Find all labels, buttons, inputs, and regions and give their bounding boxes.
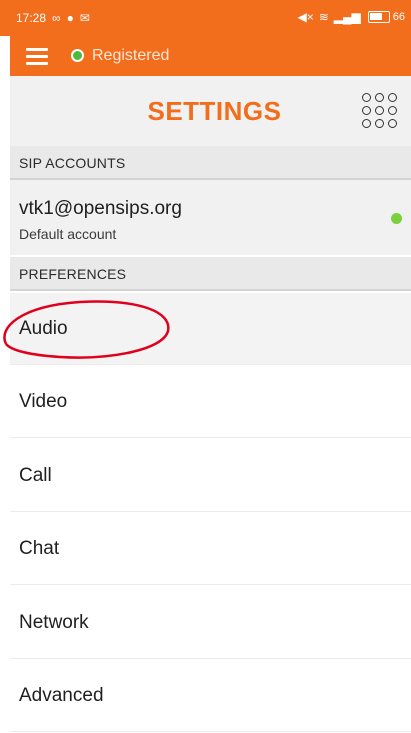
- title-bar: SETTINGS: [10, 76, 411, 146]
- mute-icon: ◀×: [297, 10, 314, 24]
- battery-level: 66: [392, 11, 405, 23]
- status-bar-right: ◀× ≋ ▂▄▆ 66: [297, 10, 405, 24]
- preference-label: Audio: [19, 318, 68, 339]
- preference-item-audio[interactable]: Audio: [10, 293, 411, 365]
- preference-item-advanced[interactable]: Advanced: [10, 660, 411, 732]
- sip-account-item[interactable]: vtk1@opensips.org Default account: [10, 180, 411, 255]
- registration-status-icon: [71, 49, 84, 62]
- account-status-icon: [391, 213, 402, 224]
- preference-item-chat[interactable]: Chat: [10, 513, 411, 585]
- wifi-icon: ≋: [318, 10, 329, 24]
- preference-label: Advanced: [19, 685, 104, 706]
- preference-item-call[interactable]: Call: [10, 440, 411, 512]
- dialpad-icon[interactable]: [362, 93, 398, 129]
- preference-label: Network: [19, 612, 89, 633]
- registration-status-label: Registered: [92, 47, 170, 64]
- app-bar: Registered: [10, 36, 411, 76]
- section-label: PREFERENCES: [19, 266, 127, 282]
- section-label: SIP ACCOUNTS: [19, 155, 126, 171]
- chat-bubble-icon: ●: [66, 11, 74, 25]
- preference-item-video[interactable]: Video: [10, 366, 411, 438]
- page-title: SETTINGS: [147, 96, 282, 126]
- section-header-preferences: PREFERENCES: [10, 257, 411, 291]
- account-name: vtk1@opensips.org: [19, 198, 182, 219]
- preference-label: Video: [19, 391, 68, 412]
- battery-icon: [367, 11, 390, 23]
- clock: 17:28: [16, 11, 47, 25]
- message-icon: ✉: [79, 11, 90, 25]
- status-bar: 17:28 ∞ ● ✉ ◀× ≋ ▂▄▆ 66: [0, 0, 411, 36]
- section-header-sip-accounts: SIP ACCOUNTS: [10, 146, 411, 180]
- preference-item-network[interactable]: Network: [10, 587, 411, 659]
- preference-label: Chat: [19, 538, 60, 559]
- signal-icon: ▂▄▆: [333, 10, 361, 24]
- status-bar-left: 17:28 ∞ ● ✉: [16, 11, 90, 25]
- infinity-icon: ∞: [52, 11, 61, 25]
- preference-label: Call: [19, 465, 52, 486]
- hamburger-menu-icon[interactable]: [26, 46, 50, 66]
- account-subtitle: Default account: [19, 226, 117, 242]
